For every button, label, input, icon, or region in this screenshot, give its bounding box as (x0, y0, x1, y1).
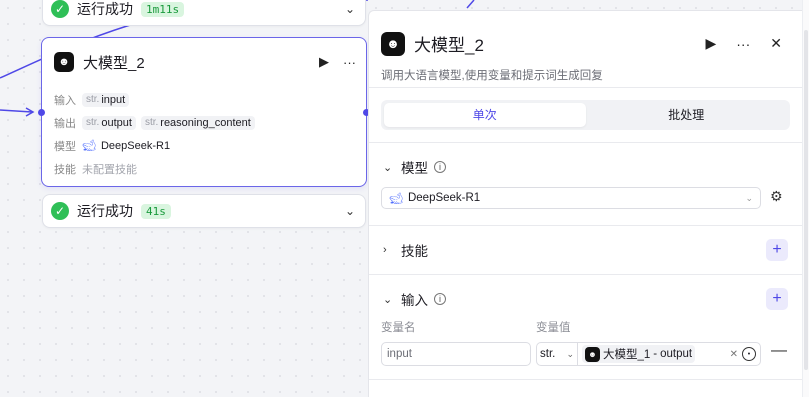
var-chip: str. input (82, 92, 130, 107)
run-status-bottom[interactable]: ✓ 运行成功 41s ⌄ (42, 194, 366, 228)
target-icon[interactable]: • (742, 347, 756, 361)
var-type: str. (86, 117, 100, 128)
ref-var: output (660, 348, 693, 360)
scrollbar-thumb[interactable] (804, 30, 808, 370)
llm-logo-icon: ☻ (381, 31, 405, 56)
check-circle-icon: ✓ (51, 202, 69, 220)
chevron-right-icon: › (383, 244, 387, 256)
close-icon[interactable]: ✕ (770, 35, 782, 52)
node-model-row: 模型 🐋︎ DeepSeek-R1 (54, 134, 366, 157)
row-key: 输入 (54, 94, 76, 107)
row-key: 模型 (54, 140, 76, 153)
llm-logo-icon: ☻ (54, 52, 74, 72)
add-skill-button[interactable]: + (766, 239, 788, 261)
model-select[interactable]: 🐋︎ DeepSeek-R1 ⌄ (381, 187, 761, 209)
chevron-down-icon: ⌄ (383, 293, 393, 306)
row-key: 技能 (54, 163, 76, 176)
chevron-down-icon[interactable]: ⌄ (345, 2, 355, 16)
more-icon[interactable]: ··· (343, 55, 356, 70)
run-status-label: 运行成功 (77, 1, 133, 17)
panel-description: 调用大语言模型,使用变量和提示词生成回复 (381, 70, 603, 82)
run-icon[interactable]: ▶ (705, 35, 716, 52)
var-name: output (101, 116, 132, 129)
var-name: input (101, 93, 126, 106)
section-title: 输入 (401, 293, 428, 308)
more-icon[interactable]: ··· (736, 36, 750, 52)
var-ref-chip: ☻ 大模型_1 - output (582, 345, 696, 363)
run-status-top[interactable]: ✓ 运行成功 1m11s ⌄ (42, 0, 366, 26)
input-handle[interactable] (38, 109, 45, 116)
node-title: 大模型_2 (83, 54, 145, 72)
check-circle-icon: ✓ (51, 0, 69, 18)
deepseek-icon: 🐋︎ (82, 140, 96, 152)
var-chip: str. output (82, 115, 136, 130)
info-icon[interactable]: i (434, 161, 446, 173)
clear-icon[interactable]: ✕ (730, 349, 738, 360)
info-icon[interactable]: i (434, 293, 446, 305)
var-name: reasoning_content (160, 116, 251, 129)
var-type-value: str. (540, 348, 556, 360)
node-config-panel: ☻ 大模型_2 ▶ ··· ✕ 调用大语言模型,使用变量和提示词生成回复 单次 … (368, 10, 802, 397)
run-duration-badge: 41s (141, 203, 171, 219)
node-input-row: 输入 str. input (54, 88, 366, 111)
ref-node: 大模型_1 (603, 349, 651, 361)
run-duration-badge: 1m11s (141, 1, 185, 17)
ref-sep: - (653, 348, 658, 360)
chevron-down-icon: ⌄ (745, 192, 753, 203)
model-section: ⌄ 模型 i 🐋︎ DeepSeek-R1 ⌄ ⚙ (369, 143, 802, 225)
model-section-header[interactable]: ⌄ 模型 i (369, 143, 802, 191)
var-type-select[interactable]: str. ⌄ (536, 342, 578, 366)
chevron-down-icon[interactable]: ⌄ (345, 204, 355, 218)
col-var-name: 变量名 (381, 322, 416, 334)
var-chip: str. reasoning_content (140, 115, 255, 130)
panel-title: 大模型_2 (414, 36, 484, 55)
input-section: ⌄ 输入 i + 变量名 变量值 input str. ⌄ ☻ 大模型_1 - … (369, 275, 802, 379)
deepseek-icon: 🐋︎ (389, 192, 403, 205)
model-select-value: DeepSeek-R1 (407, 192, 481, 204)
model-name: DeepSeek-R1 (100, 139, 171, 152)
node-skill-row: 技能 未配置技能 (54, 157, 366, 180)
section-title: 模型 (401, 161, 428, 176)
run-status-label: 运行成功 (77, 203, 133, 219)
var-ref-field[interactable]: ☻ 大模型_1 - output ✕ • (577, 342, 761, 366)
chevron-down-icon: ⌄ (383, 161, 393, 174)
edge-in (0, 109, 33, 113)
llm-node-card[interactable]: ☻ 大模型_2 ▶ ··· 输入 str. input 输出 str. output… (41, 37, 367, 187)
node-output-row: 输出 str. output str. reasoning_content (54, 111, 366, 134)
run-icon[interactable]: ▶ (319, 54, 329, 70)
skill-section-header[interactable]: › 技能 + (369, 226, 802, 274)
input-section-header[interactable]: ⌄ 输入 i + (369, 275, 802, 323)
section-title: 技能 (401, 244, 428, 259)
var-name-input[interactable]: input (381, 342, 531, 366)
var-type: str. (144, 117, 159, 128)
llm-logo-icon: ☻ (585, 346, 600, 362)
gear-icon[interactable]: ⚙ (770, 188, 783, 205)
remove-input-button[interactable]: — (771, 342, 787, 360)
tab-single[interactable]: 单次 (384, 103, 586, 127)
mode-tabs: 单次 批处理 (381, 100, 790, 130)
var-type: str. (86, 94, 100, 105)
col-var-value: 变量值 (536, 322, 571, 334)
skill-value: 未配置技能 (82, 163, 137, 176)
chevron-down-icon: ⌄ (566, 349, 574, 359)
add-input-button[interactable]: + (766, 288, 788, 310)
row-key: 输出 (54, 117, 76, 130)
tab-batch[interactable]: 批处理 (586, 103, 788, 127)
